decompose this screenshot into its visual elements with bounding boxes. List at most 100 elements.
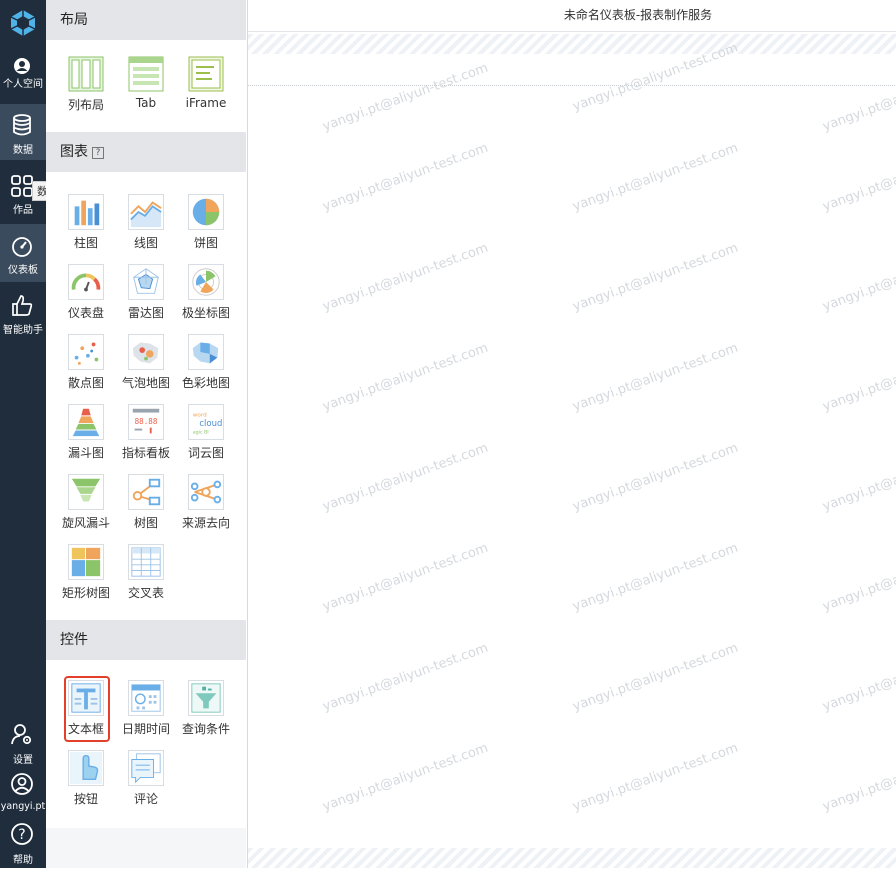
component-tree-chart[interactable]: 树图 [116, 470, 176, 536]
text-box-icon [68, 680, 104, 716]
gauge-icon [68, 264, 104, 300]
component-button[interactable]: 按钮 [56, 746, 116, 812]
component-iframe[interactable]: iFrame [176, 52, 236, 118]
watermark: yangyi.pt@aliyun-test.com [570, 140, 741, 215]
component-column-layout[interactable]: 列布局 [56, 52, 116, 118]
tree-chart-icon [128, 474, 164, 510]
watermark: yangyi.pt@aliyun-test.com [820, 440, 896, 515]
radar-chart-icon [128, 264, 164, 300]
component-treemap[interactable]: 矩形树图 [56, 540, 116, 606]
polar-chart-icon [188, 264, 224, 300]
component-radar-chart[interactable]: 雷达图 [116, 260, 176, 326]
nav-personal-space[interactable]: 个人空间 [0, 50, 46, 106]
svg-text:?: ? [18, 827, 25, 843]
component-color-map[interactable]: 色彩地图 [176, 330, 236, 396]
component-line-chart[interactable]: 线图 [116, 190, 176, 256]
svg-text:88.88: 88.88 [135, 417, 158, 426]
watermark: yangyi.pt@aliyun-test.com [570, 340, 741, 415]
watermark: yangyi.pt@aliyun-test.com [820, 540, 896, 615]
component-label: 色彩地图 [181, 376, 230, 390]
watermark: yangyi.pt@aliyun-test.com [570, 240, 741, 315]
component-label: 交叉表 [127, 586, 164, 600]
logo-icon[interactable] [8, 8, 38, 38]
component-pivot-table[interactable]: 交叉表 [116, 540, 176, 606]
component-funnel-chart[interactable]: 漏斗图 [56, 400, 116, 466]
component-source-destination[interactable]: 来源去向 [176, 470, 236, 536]
watermark: yangyi.pt@aliyun-test.com [820, 60, 896, 135]
funnel-chart-icon [68, 404, 104, 440]
watermark: yangyi.pt@aliyun-test.com [820, 240, 896, 315]
component-date-time[interactable]: 日期时间 [116, 676, 176, 742]
canvas-top-stripe [248, 34, 896, 54]
line-chart-icon [128, 194, 164, 230]
thumb-up-icon [12, 295, 33, 316]
dashboard-title[interactable]: 未命名仪表板-报表制作服务 [248, 6, 896, 23]
component-comment[interactable]: 评论 [116, 746, 176, 812]
component-label: 来源去向 [181, 516, 230, 530]
settings-user-icon [11, 724, 32, 745]
component-scatter-chart[interactable]: 散点图 [56, 330, 116, 396]
watermark: yangyi.pt@aliyun-test.com [320, 540, 491, 615]
component-bubble-map[interactable]: 气泡地图 [116, 330, 176, 396]
watermark: yangyi.pt@aliyun-test.com [570, 740, 741, 815]
svg-text:agic BI: agic BI [193, 429, 209, 435]
section-controls-body: 文本框 日期时间 查询条件 按钮 评论 [46, 660, 246, 828]
source-destination-icon [188, 474, 224, 510]
component-label: 查询条件 [181, 722, 230, 736]
treemap-icon [68, 544, 104, 580]
watermark: yangyi.pt@aliyun-test.com [820, 640, 896, 715]
component-pie-chart[interactable]: 饼图 [176, 190, 236, 256]
component-word-cloud[interactable]: word cloud agic BI 词云图 [176, 400, 236, 466]
section-charts-header[interactable]: 图表? [46, 132, 246, 172]
query-condition-icon [188, 680, 224, 716]
nav-label: yangyi.pt [0, 801, 46, 812]
nav-help[interactable]: ? 帮助 [0, 818, 46, 874]
nav-smart-assistant[interactable]: 智能助手 [0, 286, 46, 342]
component-kpi-board[interactable]: 88.88 指标看板 [116, 400, 176, 466]
section-layout-header[interactable]: 布局 [46, 0, 246, 40]
component-tab[interactable]: Tab [116, 52, 176, 118]
component-polar-chart[interactable]: 极坐标图 [176, 260, 236, 326]
watermark: yangyi.pt@aliyun-test.com [320, 740, 491, 815]
help-icon[interactable]: ? [92, 147, 104, 159]
section-charts-body: 柱图 线图 饼图 仪表盘 雷达图 极坐标图 散点图 气泡地图 色彩地图 漏斗图 … [46, 172, 246, 620]
component-label: 词云图 [187, 446, 224, 460]
watermark: yangyi.pt@aliyun-test.com [820, 140, 896, 215]
bubble-map-icon [128, 334, 164, 370]
component-bar-chart[interactable]: 柱图 [56, 190, 116, 256]
avatar-icon [11, 773, 33, 795]
dashboard-title-bar: 未命名仪表板-报表制作服务 [248, 0, 896, 32]
component-label: 极坐标图 [181, 306, 230, 320]
iframe-icon [188, 56, 224, 92]
nav-label: 帮助 [13, 855, 33, 866]
color-map-icon [188, 334, 224, 370]
section-title: 控件 [60, 632, 88, 648]
grid-icon [11, 175, 33, 197]
component-panel: 布局 列布局 Tab iFrame 图表 ? 柱图 线图 饼图 仪表盘 雷达图 … [46, 0, 246, 868]
nav-label: 作品 [13, 205, 33, 216]
section-title: 布局 [60, 12, 88, 28]
watermark: yangyi.pt@aliyun-test.com [570, 540, 741, 615]
svg-text:word: word [193, 412, 207, 418]
nav-label: 智能助手 [3, 325, 43, 336]
section-controls-header[interactable]: 控件 [46, 620, 246, 660]
tab-icon [128, 56, 164, 92]
watermark: yangyi.pt@aliyun-test.com [320, 340, 491, 415]
nav-data[interactable]: 数据 [0, 104, 46, 160]
nav-dashboard[interactable]: 仪表板 [0, 224, 46, 282]
left-nav: 个人空间 数据 作品 仪表板 智能助手 设置 yangyi.pt ? 帮助 [0, 0, 46, 868]
component-cyclone-funnel[interactable]: 旋风漏斗 [56, 470, 116, 536]
pie-chart-icon [188, 194, 224, 230]
nav-settings[interactable]: 设置 [0, 718, 46, 774]
cyclone-funnel-icon [68, 474, 104, 510]
help-icon: ? [11, 823, 33, 845]
watermark: yangyi.pt@aliyun-test.com [570, 640, 741, 715]
watermark: yangyi.pt@aliyun-test.com [320, 640, 491, 715]
nav-user-profile[interactable]: yangyi.pt [0, 768, 46, 824]
kpi-board-icon: 88.88 [128, 404, 164, 440]
component-gauge-chart[interactable]: 仪表盘 [56, 260, 116, 326]
nav-label: 个人空间 [3, 79, 43, 90]
dashboard-canvas[interactable]: 未命名仪表板-报表制作服务 yangyi.pt@aliyun-test.com … [247, 0, 896, 868]
component-query-condition[interactable]: 查询条件 [176, 676, 236, 742]
pivot-table-icon [128, 544, 164, 580]
